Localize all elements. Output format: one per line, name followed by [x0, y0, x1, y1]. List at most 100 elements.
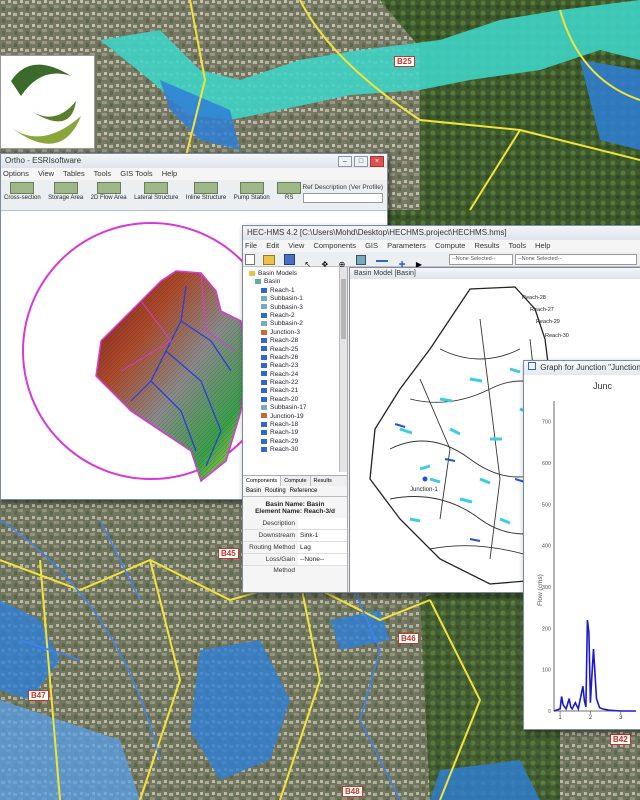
menu-view[interactable]: View — [38, 169, 54, 178]
hms-menu-parameters[interactable]: Parameters — [387, 241, 426, 250]
tree-item[interactable]: Reach-26 — [249, 354, 347, 362]
form-row-routing-method: Routing Method Lag — [243, 542, 347, 554]
tree-scrollbar[interactable] — [339, 267, 347, 472]
hms-menu-tools[interactable]: Tools — [508, 241, 526, 250]
hms-menu-components[interactable]: Components — [313, 241, 356, 250]
loss-gain-select[interactable]: --None-- — [298, 554, 347, 565]
open-folder-icon[interactable] — [263, 255, 276, 265]
map-reach-label: Reach-27 — [530, 307, 554, 313]
subtab-reference[interactable]: Reference — [290, 486, 318, 496]
tree-root[interactable]: Basin Models — [249, 270, 347, 278]
gis-menubar: Options View Tables Tools GIS Tools Help — [1, 168, 387, 180]
tree-label: Subbasin-17 — [270, 404, 307, 412]
tree-item[interactable]: Reach-21 — [249, 387, 347, 395]
basin-model-titlebar[interactable]: Basin Model [Basin] — [350, 268, 640, 279]
lateral-structure-button[interactable]: Lateral Structure — [134, 182, 178, 201]
storage-area-label: Storage Area — [48, 195, 84, 201]
y-tick-label: 500 — [542, 502, 551, 508]
element-name-label: Element Name: Reach-3/d — [255, 508, 335, 515]
tree-item[interactable]: Junction-19 — [249, 413, 347, 421]
pump-station-label: Pump Station — [233, 195, 270, 201]
tree-item[interactable]: Reach-28 — [249, 337, 347, 345]
tree-label: Reach-24 — [270, 370, 299, 378]
tree-item[interactable]: Subbasin-2 — [249, 320, 347, 328]
tree-label: Reach-30 — [270, 446, 299, 454]
graph-window-title: Graph for Junction "Junction..." — [540, 363, 640, 372]
hms-menu-edit[interactable]: Edit — [266, 241, 279, 250]
tab-components[interactable]: Components — [243, 476, 282, 486]
subbasin-tool-icon[interactable] — [355, 255, 366, 265]
tree-item[interactable]: Reach-19 — [249, 429, 347, 437]
description-field[interactable] — [298, 518, 347, 529]
rs-button[interactable]: RS — [277, 182, 302, 201]
tree-item[interactable]: Reach-30 — [249, 446, 347, 454]
hydrograph-chart: 70060050040030020010001 2 3 Flow (cms) — [537, 401, 636, 721]
tree-label: Reach-22 — [270, 379, 299, 387]
hms-menu-file[interactable]: File — [245, 241, 257, 250]
tree-item[interactable]: Reach-22 — [249, 379, 347, 387]
tree-label: Reach-20 — [270, 395, 299, 403]
run-selector-1[interactable]: --None Selected-- — [449, 254, 513, 265]
storage-area-button[interactable]: Storage Area — [48, 182, 83, 201]
tree-item[interactable]: Reach-2 — [249, 312, 347, 320]
reach-tool-icon[interactable] — [376, 260, 389, 262]
graph-window-titlebar[interactable]: Graph for Junction "Junction..." — [524, 361, 640, 375]
gis-window-title: Ortho - ESRIsoftware — [5, 156, 82, 165]
tree-item[interactable]: Subbasin-1 — [249, 295, 347, 303]
tab-results[interactable]: Results — [311, 476, 335, 486]
tree-item[interactable]: Reach-18 — [249, 421, 347, 429]
hms-menu-help[interactable]: Help — [535, 241, 550, 250]
tree-item[interactable]: Subbasin-3 — [249, 304, 347, 312]
component-editor: Basin Routing Reference Basin Name: Basi… — [243, 486, 347, 592]
tree-item[interactable]: Reach-24 — [249, 371, 347, 379]
tree-label: Reach-21 — [270, 387, 299, 395]
tree-label: Reach-2 — [270, 311, 295, 319]
y-tick-label: 200 — [542, 626, 551, 632]
tree-item[interactable]: Reach-20 — [249, 396, 347, 404]
hms-menu-gis[interactable]: GIS — [365, 241, 378, 250]
tree-item[interactable]: Reach-1 — [249, 287, 347, 295]
menu-tools[interactable]: Tools — [94, 169, 112, 178]
minimize-icon[interactable]: – — [338, 156, 352, 167]
gis-window-titlebar[interactable]: Ortho - ESRIsoftware – □ × — [1, 154, 387, 168]
tree-item[interactable]: Junction-3 — [249, 329, 347, 337]
pump-station-button[interactable]: Pump Station — [234, 182, 270, 201]
new-file-icon[interactable] — [245, 254, 255, 265]
close-icon[interactable]: × — [370, 156, 384, 167]
tree-item[interactable]: Reach-25 — [249, 346, 347, 354]
rs-label: RS — [285, 195, 294, 201]
save-icon[interactable] — [283, 254, 295, 265]
inline-structure-button[interactable]: Inline Structure — [186, 182, 226, 201]
subtab-basin[interactable]: Basin — [246, 486, 261, 496]
menu-options[interactable]: Options — [3, 169, 29, 178]
run-selector-2[interactable]: --None Selected-- — [515, 254, 637, 265]
maximize-icon[interactable]: □ — [354, 156, 368, 167]
tree-item-basin[interactable]: Basin — [249, 278, 347, 286]
tree-scrollbar-thumb[interactable] — [341, 279, 346, 339]
component-tree: Basin Models Basin Reach-1 Subbasin-1 Su… — [243, 267, 347, 475]
routing-method-select[interactable]: Lag — [298, 542, 347, 553]
cross-section-button[interactable]: Cross-section — [4, 182, 41, 201]
tree-item[interactable]: Subbasin-17 — [249, 404, 347, 412]
2d-flow-area-button[interactable]: 2D Flow Area — [91, 182, 127, 201]
tree-label: Junction-19 — [270, 412, 304, 420]
gis-toolbar: Cross-section Storage Area 2D Flow Area … — [1, 180, 387, 211]
tab-compute[interactable]: Compute — [281, 476, 311, 486]
downstream-select[interactable]: Sink-1 — [298, 530, 347, 541]
routing-method-label: Routing Method — [243, 542, 298, 553]
subtab-routing[interactable]: Routing — [265, 486, 286, 496]
hms-window-titlebar[interactable]: HEC-HMS 4.2 [C:\Users\Mohd\Desktop\HECHM… — [243, 226, 640, 240]
hms-toolbar: ↖ ✥ ⊕ ✚ ▶ --None Selected-- --None Selec… — [243, 252, 640, 269]
tree-label: Basin Models — [258, 270, 298, 277]
menu-tables[interactable]: Tables — [63, 169, 85, 178]
hms-menu-view[interactable]: View — [288, 241, 304, 250]
map-reach-label: Reach-28 — [522, 295, 546, 301]
menu-help[interactable]: Help — [162, 169, 177, 178]
hms-menu-compute[interactable]: Compute — [435, 241, 465, 250]
map-label-b45: B45 — [218, 548, 239, 559]
menu-gis-tools[interactable]: GIS Tools — [120, 169, 152, 178]
tree-item[interactable]: Reach-29 — [249, 438, 347, 446]
plot-description-field[interactable] — [303, 193, 383, 203]
hms-menu-results[interactable]: Results — [474, 241, 499, 250]
tree-item[interactable]: Reach-23 — [249, 362, 347, 370]
